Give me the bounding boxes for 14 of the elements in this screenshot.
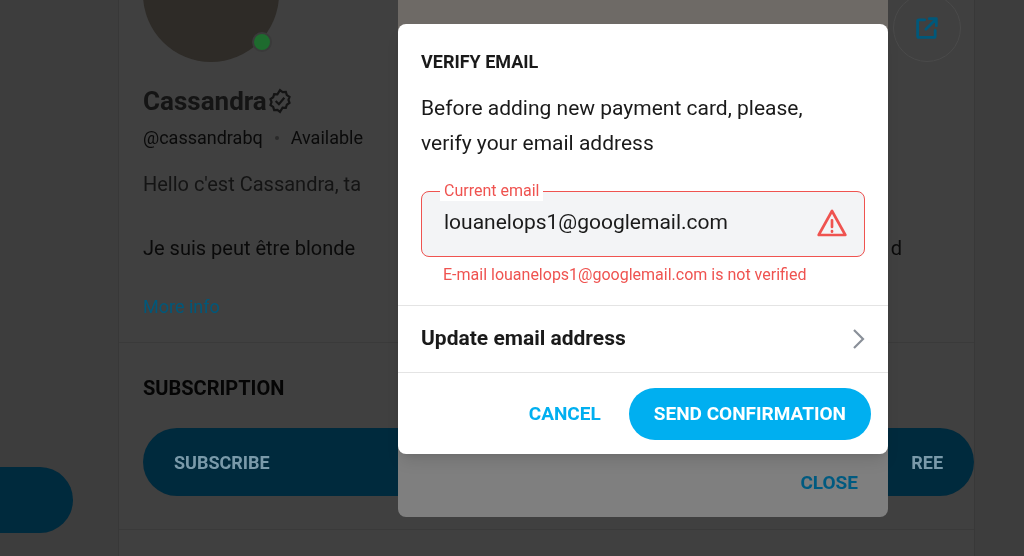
- dialog-message: Before adding new payment card, please, verify your email address: [421, 95, 804, 157]
- error-message: E-mail louanelops1@googlemail.com is not verified: [442, 264, 808, 286]
- update-email-row[interactable]: Update email address: [398, 305, 888, 373]
- warning-icon: [816, 208, 848, 238]
- dialog-title: VERIFY EMAIL: [420, 50, 540, 74]
- email-field[interactable]: Current email louanelops1@googlemail.com: [421, 181, 865, 257]
- send-confirmation-button[interactable]: SEND CONFIRMATION: [628, 388, 871, 440]
- cancel-button[interactable]: CANCEL: [528, 399, 601, 429]
- more-info-link[interactable]: More info: [143, 293, 220, 320]
- share-icon: [913, 14, 941, 42]
- close-button[interactable]: CLOSE: [800, 468, 858, 497]
- section-heading: SUBSCRIPTION: [143, 375, 286, 402]
- side-button[interactable]: [0, 467, 73, 533]
- chevron-right-icon: [851, 328, 865, 350]
